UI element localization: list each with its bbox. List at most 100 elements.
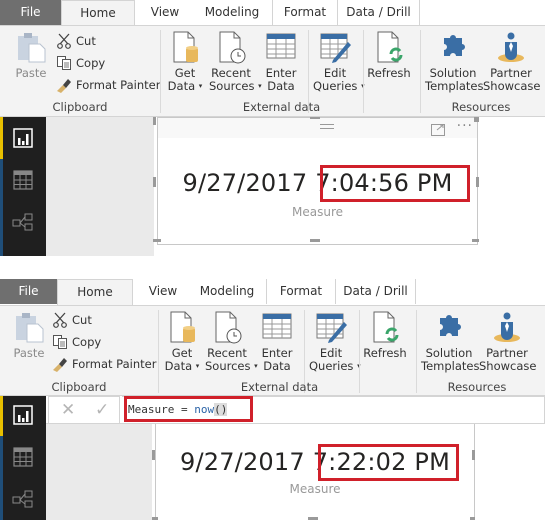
paste-button[interactable]: Paste — [14, 30, 48, 80]
resize-handle[interactable] — [152, 450, 155, 460]
tab-view[interactable]: View — [138, 279, 188, 304]
refresh-file-icon — [368, 310, 402, 344]
refresh-file-icon — [372, 30, 406, 64]
relationships-view-button[interactable] — [12, 211, 36, 235]
person-icon — [494, 30, 528, 64]
refresh-button[interactable]: Refresh — [363, 310, 407, 360]
card-category-label: Measure — [292, 205, 343, 219]
card-date: 9/27/2017 — [182, 169, 308, 197]
external-data-group: Get Data ▾ Recent Sources ▾ Enter Data E… — [159, 306, 407, 397]
partner-showcase-button[interactable]: Partner Showcase — [483, 30, 540, 93]
ellipsis-icon: ··· — [456, 118, 473, 134]
puzzle-icon — [432, 310, 466, 344]
resources-group: Solution Templates Partner Showcase Reso… — [421, 26, 541, 117]
clipboard-icon — [14, 30, 48, 64]
dropdown-caret-icon: ▾ — [254, 362, 258, 370]
person-icon — [490, 310, 524, 344]
formula-buttons: ✕ ✓ — [48, 396, 120, 424]
format-painter-button[interactable]: Format Painter — [56, 75, 160, 95]
resize-handle[interactable] — [472, 239, 479, 242]
resize-handle[interactable] — [153, 117, 156, 125]
resources-group-label: Resources — [447, 380, 507, 394]
expand-icon — [431, 124, 445, 136]
resize-handle[interactable] — [153, 239, 161, 242]
recent-sources-button[interactable]: Recent Sources ▾ — [209, 30, 262, 93]
tab-modeling[interactable]: Modeling — [196, 0, 268, 25]
enter-data-button[interactable]: Enter Data — [259, 310, 295, 373]
dropdown-caret-icon: ▾ — [258, 82, 262, 90]
resize-handle[interactable] — [476, 177, 479, 187]
copy-button[interactable]: Copy — [52, 332, 101, 352]
resources-group: Solution Templates Partner Showcase Reso… — [417, 306, 537, 397]
edit-queries-button[interactable]: Edit Queries ▾ — [309, 310, 361, 373]
solution-templates-button[interactable]: Solution Templates — [425, 30, 483, 93]
visual-header — [158, 118, 477, 138]
table-icon — [260, 310, 294, 344]
formula-bar: ✕ ✓ Measure = now() — [46, 396, 545, 424]
screenshot-before: File Home View Modeling Format Data / Dr… — [0, 0, 545, 256]
solution-templates-button[interactable]: Solution Templates — [421, 310, 479, 373]
scissors-icon — [52, 312, 68, 328]
commit-formula-button[interactable]: ✓ — [95, 400, 109, 420]
resources-group-label: Resources — [451, 100, 511, 114]
data-view-button[interactable] — [12, 169, 36, 193]
bar-chart-icon — [13, 128, 33, 148]
resize-handle[interactable] — [310, 117, 320, 119]
paste-button[interactable]: Paste — [12, 310, 46, 360]
tab-view[interactable]: View — [140, 0, 190, 25]
report-view-button[interactable] — [12, 127, 36, 151]
ribbon: Paste Cut Copy Format Painter Clipboard — [0, 25, 545, 117]
recent-sources-button[interactable]: Recent Sources ▾ — [205, 310, 258, 373]
tab-file[interactable]: File — [0, 279, 57, 304]
more-options-button[interactable]: ··· — [457, 118, 473, 134]
relationships-icon — [12, 213, 33, 231]
brush-icon — [52, 356, 68, 372]
enter-data-button[interactable]: Enter Data — [263, 30, 299, 93]
external-data-group: Get Data ▾ Recent Sources ▾ Enter Data E… — [161, 26, 411, 117]
copy-icon — [52, 334, 68, 350]
edit-queries-button[interactable]: Edit Queries ▾ — [313, 30, 365, 93]
get-data-button[interactable]: Get Data ▾ — [164, 310, 200, 373]
tab-home[interactable]: Home — [57, 279, 133, 305]
clipboard-icon — [12, 310, 46, 344]
card-category-label: Measure — [289, 482, 341, 496]
check-icon: ✓ — [95, 400, 110, 420]
cancel-formula-button[interactable]: ✕ — [61, 400, 75, 420]
tab-home[interactable]: Home — [61, 0, 135, 26]
tab-data-drill[interactable]: Data / Drill — [336, 279, 416, 304]
refresh-button[interactable]: Refresh — [367, 30, 411, 80]
grid-icon — [13, 170, 33, 190]
table-edit-icon — [314, 310, 348, 344]
tab-file[interactable]: File — [0, 0, 61, 25]
tab-modeling[interactable]: Modeling — [194, 279, 260, 304]
resize-handle[interactable] — [153, 177, 156, 187]
tab-format[interactable]: Format — [272, 0, 338, 25]
clipboard-group: Paste Cut Copy Format Painter Clipboard — [0, 306, 158, 397]
copy-button[interactable]: Copy — [56, 53, 105, 73]
drag-handle-icon[interactable] — [320, 124, 334, 129]
puzzle-icon — [436, 30, 470, 64]
scissors-icon — [56, 33, 72, 49]
clipboard-group: Paste Cut Copy Format Painter Clipboard — [0, 26, 160, 117]
highlight-box-formula — [124, 396, 253, 422]
resize-handle[interactable] — [472, 450, 475, 460]
highlight-box-time — [320, 165, 470, 202]
cut-button[interactable]: Cut — [52, 310, 92, 330]
partner-showcase-button[interactable]: Partner Showcase — [479, 310, 536, 373]
table-icon — [264, 30, 298, 64]
focus-mode-button[interactable] — [431, 121, 445, 136]
cut-button[interactable]: Cut — [56, 31, 96, 51]
clock-file-icon — [210, 310, 244, 344]
report-view-button[interactable] — [12, 404, 36, 428]
get-data-button[interactable]: Get Data ▾ — [167, 30, 203, 93]
tab-format[interactable]: Format — [266, 279, 336, 304]
resize-handle[interactable] — [310, 239, 320, 242]
format-painter-button[interactable]: Format Painter — [52, 354, 156, 374]
view-switcher — [0, 396, 46, 520]
ribbon: Paste Cut Copy Format Painter Clipboard — [0, 305, 545, 396]
resize-handle[interactable] — [474, 117, 479, 122]
data-view-button[interactable] — [12, 446, 36, 470]
clipboard-group-label: Clipboard — [52, 100, 108, 114]
tab-data-drill[interactable]: Data / Drill — [338, 0, 420, 25]
relationships-view-button[interactable] — [12, 488, 36, 512]
